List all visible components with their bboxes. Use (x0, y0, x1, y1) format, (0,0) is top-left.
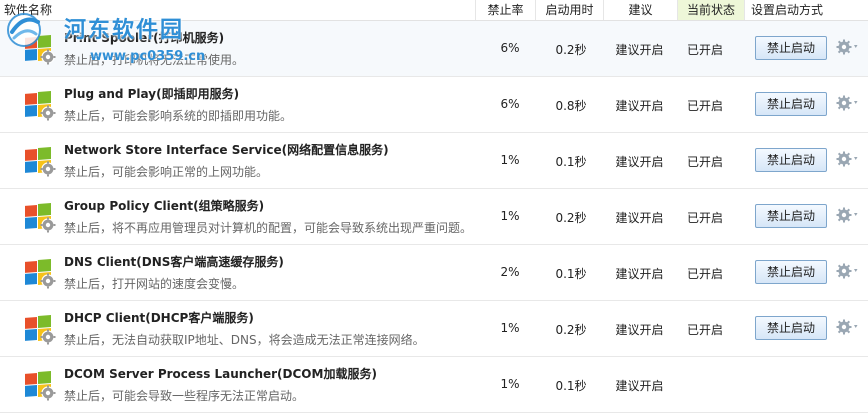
service-name: Plug and Play(即插即用服务) (64, 87, 240, 101)
service-name: DNS Client(DNS客户端高速缓存服务) (64, 255, 284, 269)
table-row[interactable]: DCOM Server Process Launcher(DCOM加载服务) 禁… (0, 357, 868, 413)
gear-icon[interactable] (836, 38, 860, 56)
gear-icon[interactable] (836, 150, 860, 168)
startup-time: 0.1秒 (555, 267, 587, 281)
windows-service-icon (23, 312, 57, 346)
windows-service-icon (23, 144, 57, 178)
windows-service-icon (23, 88, 57, 122)
table-row[interactable]: DHCP Client(DHCP客户端服务) 禁止后，无法自动获取IP地址、DN… (0, 301, 868, 357)
gear-icon[interactable] (836, 94, 860, 112)
column-header-name[interactable]: 软件名称 (0, 0, 154, 20)
startup-time: 0.2秒 (555, 211, 587, 225)
gear-icon[interactable] (836, 318, 860, 336)
disable-rate: 1% (500, 153, 520, 167)
service-description: 禁止后，可能会影响正常的上网功能。 (64, 165, 269, 179)
windows-service-icon (23, 200, 57, 234)
startup-time: 0.2秒 (555, 43, 587, 57)
column-header-suggest[interactable]: 建议 (603, 0, 677, 20)
disable-startup-button[interactable]: 禁止启动 (755, 148, 827, 172)
disable-startup-button[interactable]: 禁止启动 (755, 204, 827, 228)
current-state: 已开启 (686, 43, 723, 57)
disable-rate: 1% (500, 321, 520, 335)
table-header: 软件名称 禁止率 启动用时 建议 当前状态 设置启动方式 (0, 0, 868, 21)
suggestion: 建议开启 (615, 155, 664, 169)
startup-time: 0.2秒 (555, 323, 587, 337)
column-header-mode[interactable]: 设置启动方式 (744, 0, 868, 20)
disable-rate: 1% (500, 377, 520, 391)
disable-startup-button[interactable]: 禁止启动 (755, 260, 827, 284)
windows-service-icon (23, 32, 57, 66)
disable-startup-button[interactable]: 禁止启动 (755, 92, 827, 116)
table-row[interactable]: Network Store Interface Service(网络配置信息服务… (0, 133, 868, 189)
column-header-state[interactable]: 当前状态 (677, 0, 744, 20)
windows-service-icon (23, 256, 57, 290)
service-name: DCOM Server Process Launcher(DCOM加载服务) (64, 367, 377, 381)
disable-rate: 6% (500, 41, 520, 55)
table-row[interactable]: Print Spooler(打印机服务) 禁止后，打印机将无法正常使用。 6% … (0, 21, 868, 77)
table-row[interactable]: Plug and Play(即插即用服务) 禁止后，可能会影响系统的即插即用功能… (0, 77, 868, 133)
current-state: 已开启 (686, 267, 723, 281)
startup-time: 0.1秒 (555, 155, 587, 169)
service-name: Group Policy Client(组策略服务) (64, 199, 265, 213)
startup-time: 0.8秒 (555, 99, 587, 113)
service-name: Print Spooler(打印机服务) (64, 31, 225, 45)
service-description: 禁止后，打印机将无法正常使用。 (64, 53, 245, 67)
current-state: 已开启 (686, 99, 723, 113)
service-description: 禁止后，可能会影响系统的即插即用功能。 (64, 109, 293, 123)
disable-startup-button[interactable]: 禁止启动 (755, 36, 827, 60)
service-description: 禁止后，将不再应用管理员对计算机的配置，可能会导致系统出现严重问题。 (64, 221, 473, 235)
table-row[interactable]: DNS Client(DNS客户端高速缓存服务) 禁止后，打开网站的速度会变慢。… (0, 245, 868, 301)
suggestion: 建议开启 (615, 43, 664, 57)
startup-time: 0.1秒 (555, 379, 587, 393)
service-name: DHCP Client(DHCP客户端服务) (64, 311, 254, 325)
column-header-time[interactable]: 启动用时 (535, 0, 603, 20)
current-state: 已开启 (686, 155, 723, 169)
disable-rate: 1% (500, 209, 520, 223)
service-description: 禁止后，无法自动获取IP地址、DNS，将会造成无法正常连接网络。 (64, 333, 425, 347)
suggestion: 建议开启 (615, 267, 664, 281)
column-header-rate[interactable]: 禁止率 (475, 0, 535, 20)
disable-rate: 6% (500, 97, 520, 111)
gear-icon[interactable] (836, 206, 860, 224)
disable-rate: 2% (500, 265, 520, 279)
suggestion: 建议开启 (615, 99, 664, 113)
service-description: 禁止后，可能会导致一些程序无法正常启动。 (64, 389, 305, 403)
service-description: 禁止后，打开网站的速度会变慢。 (64, 277, 245, 291)
disable-startup-button[interactable]: 禁止启动 (755, 316, 827, 340)
table-row[interactable]: Group Policy Client(组策略服务) 禁止后，将不再应用管理员对… (0, 189, 868, 245)
gear-icon[interactable] (836, 262, 860, 280)
current-state: 已开启 (686, 323, 723, 337)
suggestion: 建议开启 (615, 211, 664, 225)
service-name: Network Store Interface Service(网络配置信息服务… (64, 143, 389, 157)
suggestion: 建议开启 (615, 323, 664, 337)
windows-service-icon (23, 368, 57, 402)
suggestion: 建议开启 (615, 379, 664, 393)
current-state: 已开启 (686, 211, 723, 225)
